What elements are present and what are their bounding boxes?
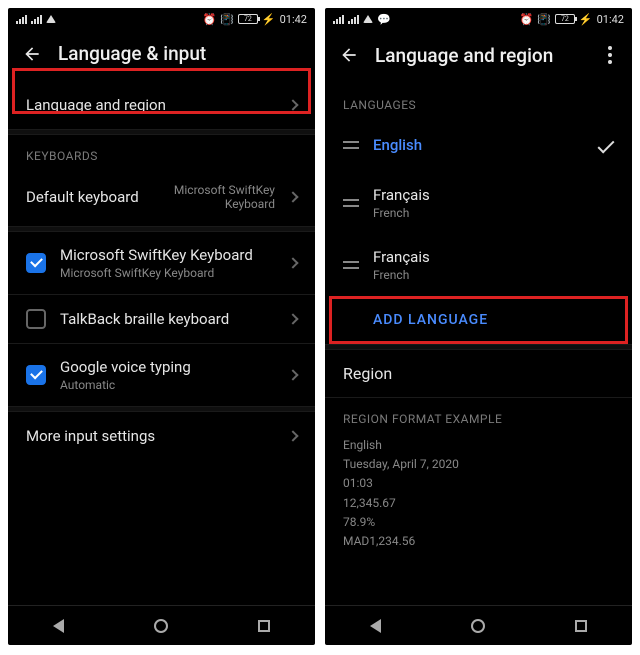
nav-recent-button[interactable] [258, 620, 270, 632]
back-button[interactable] [339, 45, 359, 65]
google-voice-typing-row[interactable]: Google voice typing Automatic [8, 344, 315, 406]
language-row-francais-2[interactable]: Français French [325, 234, 632, 296]
signal-icon [16, 15, 27, 24]
nav-bar [325, 605, 632, 645]
swiftkey-keyboard-row[interactable]: Microsoft SwiftKey Keyboard Microsoft Sw… [8, 232, 315, 294]
page-title: Language and region [375, 44, 553, 67]
language-sub: French [373, 268, 614, 282]
google-voice-sub: Automatic [60, 378, 281, 392]
status-bar: ⏰ 📳 72 ⚡ 01:42 [8, 8, 315, 30]
talkback-keyboard-row[interactable]: TalkBack braille keyboard [8, 295, 315, 343]
nav-home-button[interactable] [471, 619, 485, 633]
more-input-settings-row[interactable]: More input settings [8, 412, 315, 460]
alarm-icon: ⏰ [519, 13, 533, 26]
talkback-label: TalkBack braille keyboard [60, 310, 281, 328]
status-left [16, 15, 56, 24]
add-language-button[interactable]: ADD LANGUAGE [325, 296, 632, 344]
vibrate-icon: 📳 [537, 13, 551, 26]
battery-charge-icon: ⚡ [579, 13, 593, 26]
status-right: ⏰ 📳 72 ⚡ 01:42 [519, 13, 624, 26]
nav-back-button[interactable] [370, 619, 381, 633]
language-and-region-row[interactable]: Language and region [8, 81, 315, 129]
drag-handle-icon[interactable] [343, 141, 359, 149]
google-voice-label: Google voice typing [60, 358, 281, 376]
overflow-menu-button[interactable] [602, 42, 618, 68]
language-and-region-screen: 💬 ⏰ 📳 72 ⚡ 01:42 Language and region LAN… [325, 8, 632, 645]
nav-bar [8, 605, 315, 645]
language-sub: French [373, 206, 614, 220]
content: LANGUAGES English Français French França… [325, 84, 632, 605]
swiftkey-sub: Microsoft SwiftKey Keyboard [60, 266, 281, 280]
language-name: English [373, 136, 598, 154]
status-time: 01:42 [597, 13, 624, 26]
messenger-icon: 💬 [377, 13, 391, 26]
chevron-right-icon [287, 192, 298, 203]
status-left: 💬 [333, 13, 391, 26]
wifi-icon [46, 15, 56, 23]
nav-recent-button[interactable] [575, 620, 587, 632]
chevron-right-icon [287, 313, 298, 324]
region-row[interactable]: Region [325, 350, 632, 397]
chevron-right-icon [287, 430, 298, 441]
language-row-english[interactable]: English [325, 118, 632, 172]
status-time: 01:42 [280, 13, 307, 26]
battery-icon: 72 [555, 14, 575, 24]
nav-back-button[interactable] [53, 619, 64, 633]
region-format-label: REGION FORMAT EXAMPLE [325, 398, 632, 432]
wifi-icon [363, 15, 373, 23]
nav-home-button[interactable] [154, 619, 168, 633]
battery-icon: 72 [238, 14, 258, 24]
signal-icon [333, 15, 344, 24]
default-keyboard-label: Default keyboard [26, 188, 174, 206]
page-title: Language & input [58, 42, 206, 65]
titlebar: Language & input [8, 30, 315, 81]
language-and-region-label: Language and region [26, 96, 281, 114]
region-format-example: English Tuesday, April 7, 2020 01:03 12,… [325, 432, 632, 559]
swiftkey-checkbox[interactable] [26, 253, 46, 273]
signal-icon-2 [348, 15, 359, 24]
chevron-right-icon [287, 257, 298, 268]
talkback-checkbox[interactable] [26, 309, 46, 329]
language-name: Français [373, 186, 614, 204]
alarm-icon: ⏰ [202, 13, 216, 26]
language-name: Français [373, 248, 614, 266]
settings-language-input-screen: ⏰ 📳 72 ⚡ 01:42 Language & input Language… [8, 8, 315, 645]
keyboards-section-label: KEYBOARDS [8, 135, 315, 169]
more-input-label: More input settings [26, 427, 281, 445]
language-row-francais-1[interactable]: Français French [325, 172, 632, 234]
battery-charge-icon: ⚡ [262, 13, 276, 26]
swiftkey-label: Microsoft SwiftKey Keyboard [60, 246, 281, 264]
check-icon [598, 137, 615, 154]
chevron-right-icon [287, 369, 298, 380]
titlebar: Language and region [325, 30, 632, 84]
arrow-left-icon [22, 44, 42, 64]
default-keyboard-value: Microsoft SwiftKey Keyboard [174, 183, 275, 212]
drag-handle-icon[interactable] [343, 199, 359, 207]
back-button[interactable] [22, 44, 42, 64]
chevron-right-icon [287, 99, 298, 110]
default-keyboard-row[interactable]: Default keyboard Microsoft SwiftKey Keyb… [8, 169, 315, 226]
status-right: ⏰ 📳 72 ⚡ 01:42 [202, 13, 307, 26]
status-bar: 💬 ⏰ 📳 72 ⚡ 01:42 [325, 8, 632, 30]
vibrate-icon: 📳 [220, 13, 234, 26]
drag-handle-icon[interactable] [343, 261, 359, 269]
content: Language and region KEYBOARDS Default ke… [8, 81, 315, 605]
google-voice-checkbox[interactable] [26, 365, 46, 385]
signal-icon-2 [31, 15, 42, 24]
arrow-left-icon [339, 45, 359, 65]
languages-section-label: LANGUAGES [325, 84, 632, 118]
